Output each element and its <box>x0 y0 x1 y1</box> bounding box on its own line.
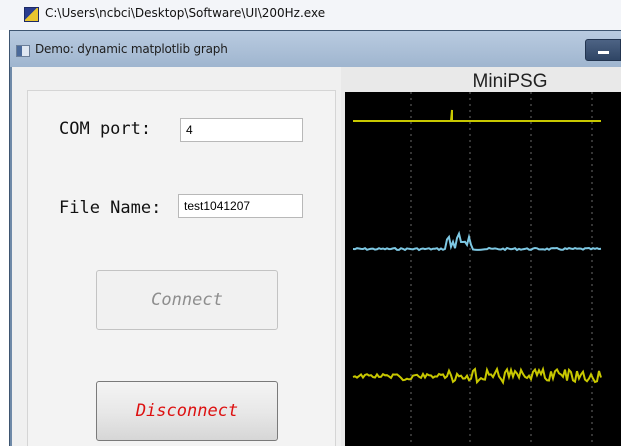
plot-canvas <box>345 92 621 446</box>
plot-axes <box>345 92 621 446</box>
